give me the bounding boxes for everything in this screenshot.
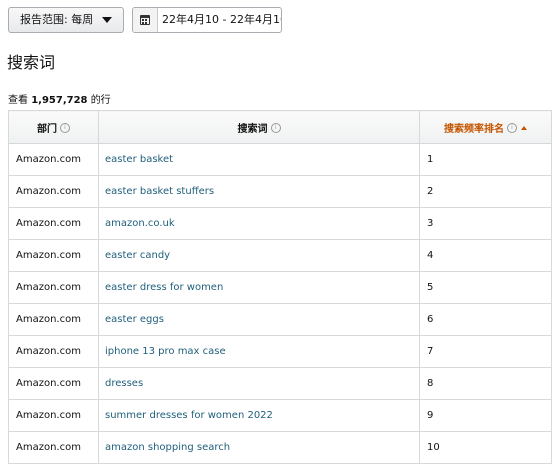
department-cell: Amazon.com xyxy=(8,239,99,272)
search-terms-table: 部门 i 搜索词 i 搜索频率排名 i Amazon.com easter baske… xyxy=(8,110,552,464)
table-row: Amazon.com amazon.co.uk 3 xyxy=(8,207,552,240)
table-row: Amazon.com easter eggs 6 xyxy=(8,303,552,336)
department-cell: Amazon.com xyxy=(8,431,99,464)
search-term-cell: summer dresses for women 2022 xyxy=(98,399,420,432)
search-term-link[interactable]: dresses xyxy=(105,378,143,389)
search-term-cell: easter basket stuffers xyxy=(98,175,420,208)
search-term-link[interactable]: iphone 13 pro max case xyxy=(105,346,226,357)
search-term-link[interactable]: easter eggs xyxy=(105,314,164,325)
department-cell: Amazon.com xyxy=(8,399,99,432)
table-row: Amazon.com amazon shopping search 10 xyxy=(8,431,552,464)
table-row: Amazon.com easter candy 4 xyxy=(8,239,552,272)
sort-ascending-icon[interactable] xyxy=(521,125,527,130)
table-row: Amazon.com summer dresses for women 2022… xyxy=(8,399,552,432)
report-range-dropdown[interactable]: 报告范围: 每周 xyxy=(8,7,124,33)
table-row: Amazon.com dresses 8 xyxy=(8,367,552,400)
table-row: Amazon.com easter basket 1 xyxy=(8,143,552,176)
table-row: Amazon.com easter basket stuffers 2 xyxy=(8,175,552,208)
column-header-department[interactable]: 部门 i xyxy=(8,110,99,144)
search-term-cell: amazon shopping search xyxy=(98,431,420,464)
search-term-link[interactable]: summer dresses for women 2022 xyxy=(105,410,273,421)
search-term-cell: iphone 13 pro max case xyxy=(98,335,420,368)
rows-count: 查看 1,957,728 的行 xyxy=(8,91,111,106)
rank-cell: 6 xyxy=(419,303,552,336)
table-row: Amazon.com iphone 13 pro max case 7 xyxy=(8,335,552,368)
department-cell: Amazon.com xyxy=(8,271,99,304)
department-cell: Amazon.com xyxy=(8,303,99,336)
table-row: Amazon.com easter dress for women 5 xyxy=(8,271,552,304)
search-term-cell: easter basket xyxy=(98,143,420,176)
search-term-cell: easter dress for women xyxy=(98,271,420,304)
search-term-link[interactable]: amazon shopping search xyxy=(105,442,230,453)
rank-cell: 7 xyxy=(419,335,552,368)
search-term-link[interactable]: easter basket stuffers xyxy=(105,186,214,197)
info-icon[interactable]: i xyxy=(270,122,281,133)
rank-cell: 5 xyxy=(419,271,552,304)
rows-count-value: 1,957,728 xyxy=(31,95,88,106)
page-title: 搜索词 xyxy=(7,53,56,72)
rank-cell: 2 xyxy=(419,175,552,208)
column-header-label: 部门 xyxy=(37,123,57,135)
date-range-input[interactable]: 22年4月10 - 22年4月16 xyxy=(162,8,281,32)
rank-cell: 8 xyxy=(419,367,552,400)
calendar-icon xyxy=(140,15,150,25)
search-term-cell: easter eggs xyxy=(98,303,420,336)
table-header-row: 部门 i 搜索词 i 搜索频率排名 i xyxy=(8,110,552,144)
rank-cell: 10 xyxy=(419,431,552,464)
calendar-button[interactable] xyxy=(133,8,158,32)
rank-cell: 3 xyxy=(419,207,552,240)
info-icon[interactable]: i xyxy=(507,122,517,133)
report-range-label: 报告范围: 每周 xyxy=(20,13,94,26)
rank-cell: 9 xyxy=(419,399,552,432)
search-term-cell: dresses xyxy=(98,367,420,400)
column-header-rank[interactable]: 搜索频率排名 i xyxy=(419,110,552,144)
rows-count-suffix: 的行 xyxy=(90,95,111,106)
column-header-search-term[interactable]: 搜索词 i xyxy=(98,110,420,144)
column-header-label: 搜索词 xyxy=(237,123,268,135)
search-term-cell: easter candy xyxy=(98,239,420,272)
rows-count-prefix: 查看 xyxy=(8,95,28,106)
search-term-link[interactable]: amazon.co.uk xyxy=(105,218,175,229)
column-header-label: 搜索频率排名 xyxy=(444,123,504,135)
department-cell: Amazon.com xyxy=(8,175,99,208)
department-cell: Amazon.com xyxy=(8,367,99,400)
search-term-link[interactable]: easter dress for women xyxy=(105,282,223,293)
rank-cell: 1 xyxy=(419,143,552,176)
info-icon[interactable]: i xyxy=(60,122,70,133)
search-term-link[interactable]: easter candy xyxy=(105,250,170,261)
search-term-cell: amazon.co.uk xyxy=(98,207,420,240)
chevron-down-icon xyxy=(102,17,112,23)
department-cell: Amazon.com xyxy=(8,143,99,176)
date-range-picker[interactable]: 22年4月10 - 22年4月16 xyxy=(132,7,282,33)
rank-cell: 4 xyxy=(419,239,552,272)
department-cell: Amazon.com xyxy=(8,335,99,368)
search-term-link[interactable]: easter basket xyxy=(105,154,173,165)
department-cell: Amazon.com xyxy=(8,207,99,240)
